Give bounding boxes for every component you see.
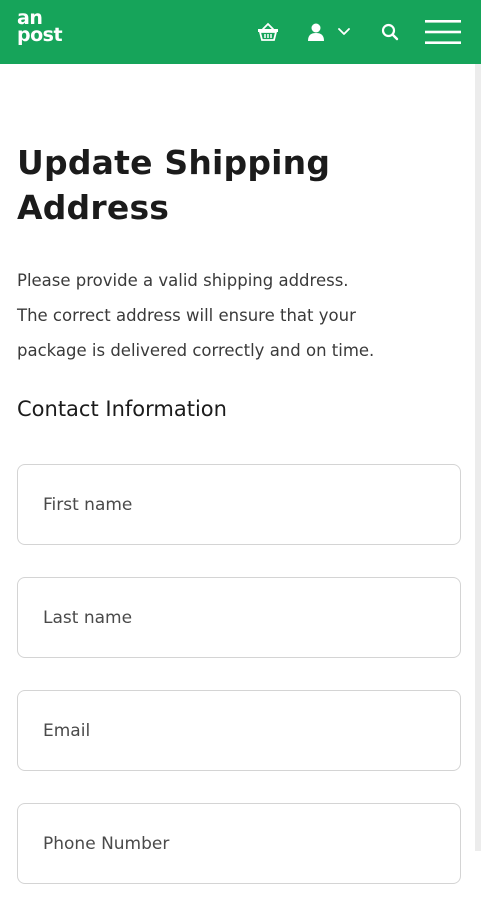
hamburger-menu-icon	[425, 20, 461, 44]
page-title: Update Shipping Address	[17, 140, 467, 230]
intro-line-2: The correct address will ensure that you…	[17, 306, 356, 325]
email-field-wrapper	[17, 690, 461, 771]
first-name-field-wrapper	[17, 464, 461, 545]
intro-line-1: Please provide a valid shipping address.	[17, 271, 349, 290]
menu-button[interactable]	[424, 16, 462, 48]
logo-line-2: post	[17, 24, 63, 46]
page-title-line-1: Update Shipping	[17, 143, 331, 182]
search-icon	[381, 23, 399, 41]
contact-form	[17, 464, 461, 916]
last-name-input[interactable]	[18, 578, 460, 657]
page-edge	[475, 0, 481, 851]
last-name-field-wrapper	[17, 577, 461, 658]
an-post-logo[interactable]: an post	[17, 9, 77, 50]
contact-information-heading: Contact Information	[17, 397, 227, 421]
phone-number-input[interactable]	[18, 804, 460, 883]
user-icon	[305, 21, 327, 43]
chevron-down-icon	[337, 25, 351, 39]
intro-text: Please provide a valid shipping address.…	[17, 263, 467, 368]
site-header: an post	[0, 0, 481, 64]
email-input[interactable]	[18, 691, 460, 770]
first-name-input[interactable]	[18, 465, 460, 544]
page-title-line-2: Address	[17, 188, 170, 227]
account-button[interactable]	[300, 18, 356, 46]
basket-icon	[258, 22, 278, 41]
intro-line-3: package is delivered correctly and on ti…	[17, 341, 375, 360]
main-content: Update Shipping Address Please provide a…	[17, 64, 467, 423]
basket-button[interactable]	[256, 20, 280, 44]
search-button[interactable]	[378, 20, 402, 44]
phone-field-wrapper	[17, 803, 461, 884]
